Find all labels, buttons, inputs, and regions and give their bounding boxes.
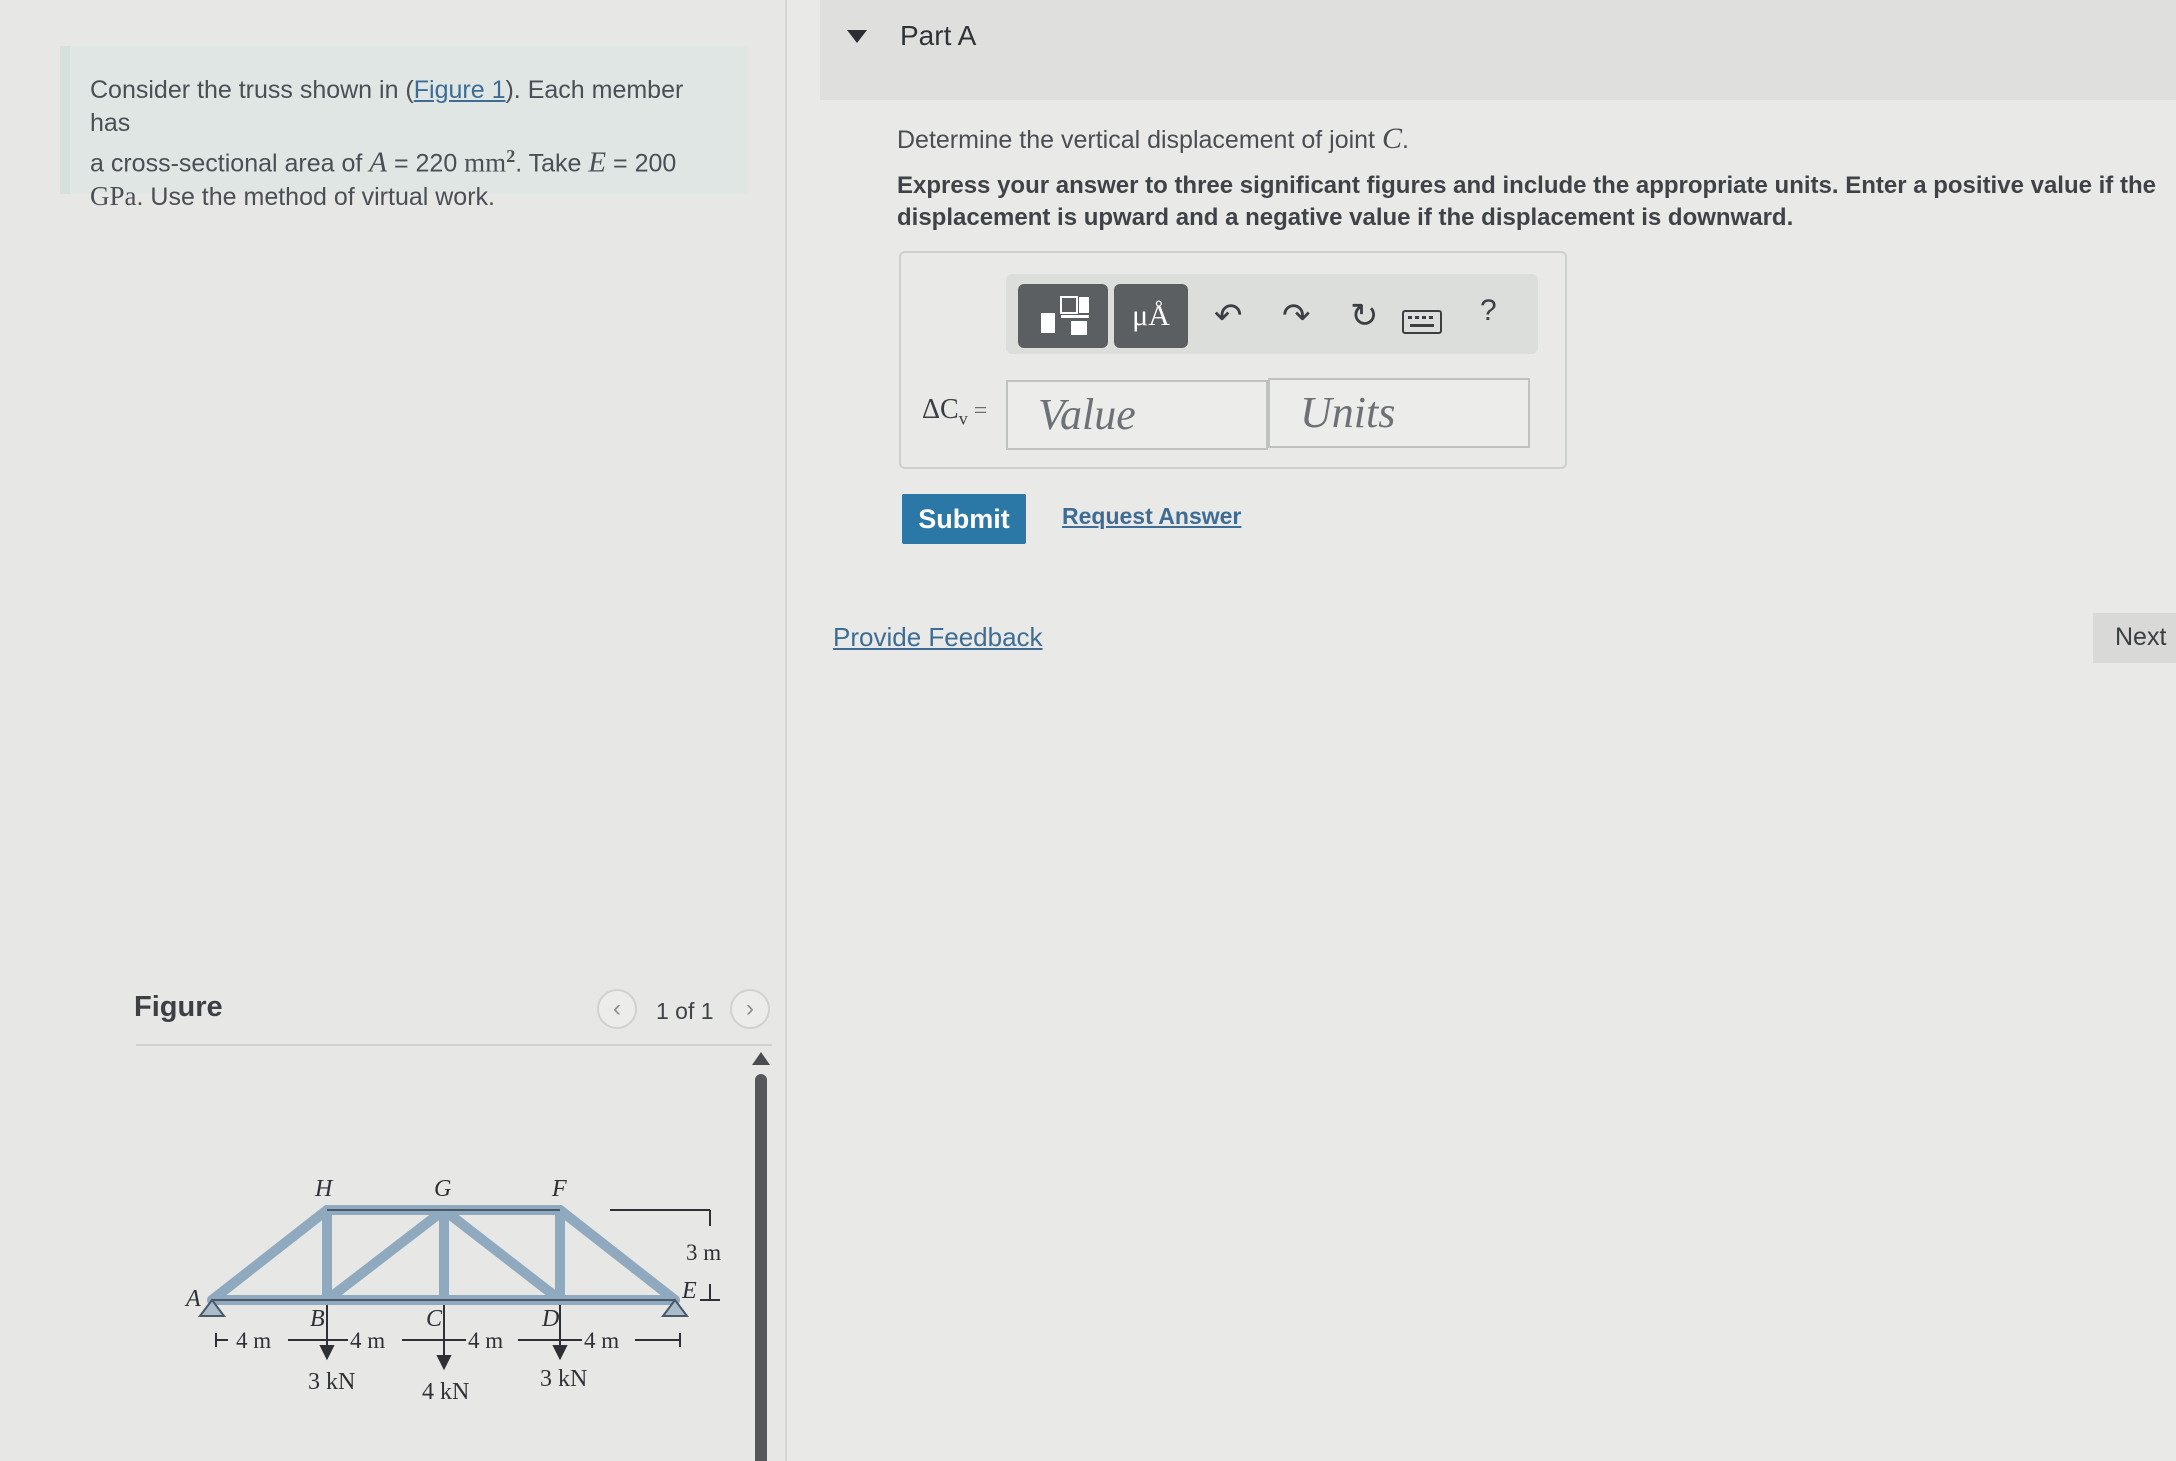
load-label-c: 4 kN xyxy=(422,1379,469,1405)
request-answer-link[interactable]: Request Answer xyxy=(1062,503,1241,530)
span-label-1: 4 m xyxy=(236,1328,271,1353)
joint-label-a: A xyxy=(184,1286,201,1312)
figure-prev-button[interactable]: ‹ xyxy=(597,989,637,1029)
member-fe xyxy=(555,1205,680,1305)
load-label-d: 3 kN xyxy=(540,1366,587,1392)
figure-scrollbar[interactable] xyxy=(755,1074,767,1461)
span-label-2: 4 m xyxy=(350,1328,385,1353)
units-button[interactable]: μÅ xyxy=(1114,284,1188,348)
figure-next-button[interactable]: › xyxy=(730,989,770,1029)
templates-button[interactable] xyxy=(1018,284,1108,348)
joint-label-e: E xyxy=(681,1278,697,1304)
value-input[interactable]: Value xyxy=(1006,380,1268,450)
height-label: 3 m xyxy=(686,1240,721,1265)
part-a-header[interactable] xyxy=(820,0,2176,100)
member-bg xyxy=(322,1205,449,1305)
span-label-3: 4 m xyxy=(468,1328,503,1353)
chevron-left-icon: ‹ xyxy=(613,995,621,1022)
question-text: Determine the vertical displacement of j… xyxy=(897,122,1409,155)
math-toolbar: μÅ ↶ ↷ ↻ ? xyxy=(1006,274,1538,354)
scroll-up-arrow-icon[interactable] xyxy=(752,1052,770,1065)
provide-feedback-link[interactable]: Provide Feedback xyxy=(833,622,1043,653)
load-label-b: 3 kN xyxy=(308,1369,355,1395)
answer-label: ΔCv = xyxy=(922,394,988,429)
help-button[interactable]: ? xyxy=(1480,294,1497,328)
joint-label-d: D xyxy=(541,1306,559,1332)
templates-icon xyxy=(1041,296,1089,335)
joint-label-g: G xyxy=(434,1176,451,1202)
problem-statement: Consider the truss shown in (Figure 1). … xyxy=(60,46,748,211)
part-title[interactable]: Part A xyxy=(900,20,976,52)
joint-label-b: B xyxy=(310,1306,325,1332)
figure-link[interactable]: Figure 1 xyxy=(414,76,506,104)
joint-label-h: H xyxy=(314,1176,334,1202)
span-label-4: 4 m xyxy=(584,1328,619,1353)
next-button[interactable]: Next xyxy=(2093,613,2176,663)
figure-divider xyxy=(136,1044,772,1046)
undo-icon[interactable]: ↶ xyxy=(1214,296,1243,336)
truss-figure: A B C D E F G H 3 kN 4 kN 3 kN 4 m 4 m 4… xyxy=(184,1176,721,1405)
figure-pager: 1 of 1 xyxy=(656,998,714,1024)
units-input[interactable]: Units xyxy=(1268,378,1530,448)
member-gd xyxy=(439,1205,565,1305)
reset-icon[interactable]: ↻ xyxy=(1350,296,1379,336)
joint-label-f: F xyxy=(551,1176,567,1202)
member-ah xyxy=(207,1205,332,1305)
answer-instructions: Express your answer to three significant… xyxy=(897,172,2156,231)
redo-icon[interactable]: ↷ xyxy=(1282,296,1311,336)
keyboard-icon[interactable] xyxy=(1402,304,1442,343)
problem-line-2: a cross-sectional area of A = 220 mm2. T… xyxy=(90,146,677,179)
figure-heading: Figure xyxy=(134,991,223,1023)
chevron-right-icon: › xyxy=(746,995,754,1022)
problem-line-1: Consider the truss shown in (Figure 1). … xyxy=(90,76,684,137)
problem-line-3: GPa. Use the method of virtual work. xyxy=(90,181,495,212)
joint-label-c: C xyxy=(426,1306,443,1332)
collapse-caret-icon[interactable] xyxy=(847,30,867,43)
submit-button[interactable]: Submit xyxy=(902,494,1026,544)
